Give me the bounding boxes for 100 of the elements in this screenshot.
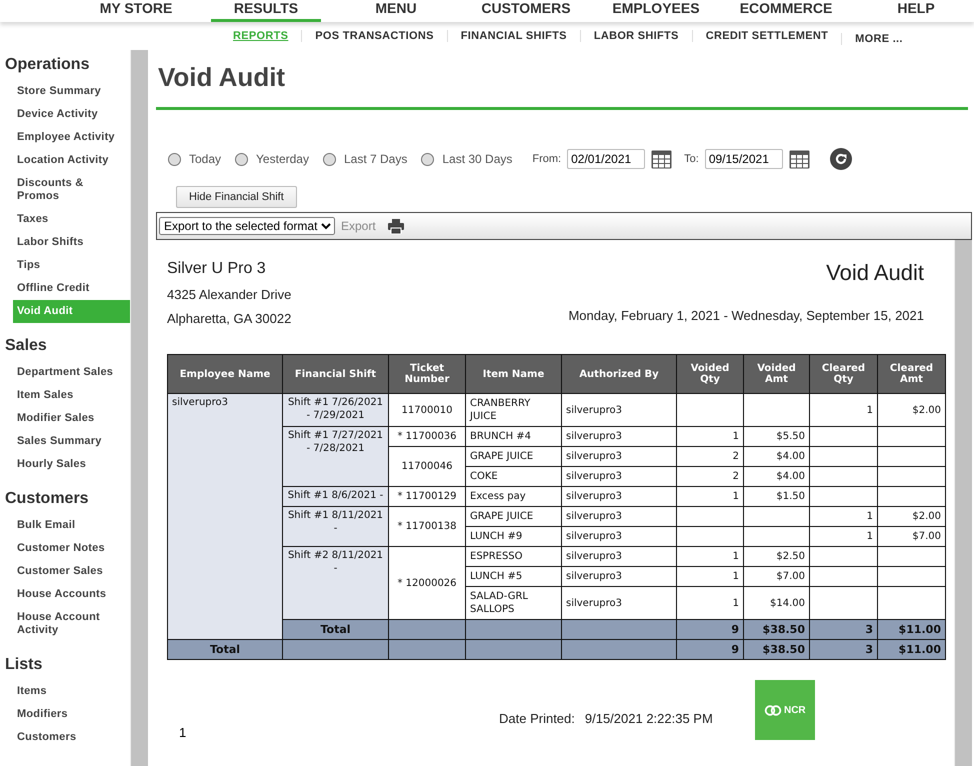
table-cell: CRANBERRY JUICE: [466, 394, 562, 426]
table-cell: ESPRESSO: [466, 546, 562, 566]
sidebar-item[interactable]: Offline Credit: [13, 277, 130, 300]
table-cell: $2.50: [744, 546, 810, 566]
sidebar-item[interactable]: Customers: [13, 726, 130, 749]
page-title: Void Audit: [156, 56, 968, 110]
sidebar-item[interactable]: Modifier Sales: [13, 407, 130, 430]
subnav-link[interactable]: POS TRANSACTIONS: [301, 30, 447, 42]
column-header: Voided Qty: [676, 354, 744, 394]
sidebar-item[interactable]: Labor Shifts: [13, 231, 130, 254]
table-cell: $4.00: [744, 446, 810, 466]
from-label: From:: [532, 153, 562, 165]
sidebar-item[interactable]: Location Activity: [13, 149, 130, 172]
table-cell: 9: [676, 620, 744, 640]
to-date-field[interactable]: 09/15/2021: [704, 149, 783, 169]
scrollbar[interactable]: [130, 50, 148, 766]
range-radio[interactable]: Today: [168, 152, 222, 166]
from-date-field[interactable]: 02/01/2021: [567, 149, 646, 169]
sidebar-item[interactable]: Items: [13, 680, 130, 703]
table-cell: 3: [810, 620, 878, 640]
sidebar-item[interactable]: Modifiers: [13, 703, 130, 726]
hide-shift-button[interactable]: Hide Financial Shift: [176, 186, 297, 208]
table-cell: GRAPE JUICE: [466, 506, 562, 526]
subnav-link[interactable]: MORE ...: [841, 33, 916, 45]
table-cell: silverupro3: [562, 426, 676, 446]
table-cell: 1: [676, 566, 744, 586]
sidebar-item[interactable]: Customer Notes: [13, 537, 130, 560]
column-header: Cleared Qty: [810, 354, 878, 394]
date-printed: 9/15/2021 2:22:35 PM: [584, 711, 713, 726]
subnav-link[interactable]: FINANCIAL SHIFTS: [446, 30, 580, 42]
table-cell: $2.00: [878, 506, 946, 526]
sidebar-heading: Sales: [4, 337, 48, 356]
table-cell: 1: [676, 546, 744, 566]
table-cell: $7.00: [744, 566, 810, 586]
range-radio[interactable]: Last 7 Days: [322, 152, 408, 166]
report-title: Void Audit: [825, 260, 924, 286]
sidebar-item[interactable]: Taxes: [13, 208, 130, 231]
sidebar-item[interactable]: Sales Summary: [13, 430, 130, 453]
table-cell: $1.50: [744, 486, 810, 506]
sidebar-item[interactable]: Item Sales: [13, 384, 130, 407]
range-radio[interactable]: Yesterday: [235, 152, 309, 166]
sidebar-item[interactable]: House Accounts: [13, 583, 130, 606]
table-cell: silverupro3: [562, 446, 676, 466]
table-cell: * 11700036: [388, 426, 466, 446]
table-cell: $5.50: [744, 426, 810, 446]
sidebar-item[interactable]: Hourly Sales: [13, 453, 130, 476]
column-header: Employee Name: [168, 354, 282, 394]
range-radio[interactable]: Last 30 Days: [421, 152, 512, 166]
table-cell: $11.00: [878, 620, 946, 640]
nav-tab[interactable]: EMPLOYEES: [591, 0, 721, 22]
sidebar-item[interactable]: Tips: [13, 254, 130, 277]
refresh-icon[interactable]: [830, 148, 852, 170]
column-header: Authorized By: [562, 354, 676, 394]
nav-tab[interactable]: CUSTOMERS: [461, 0, 591, 22]
sidebar-item[interactable]: Discounts & Promos: [13, 172, 130, 208]
scrollbar[interactable]: [954, 240, 972, 766]
table-cell: Shift #1 7/26/2021 - 7/29/2021: [282, 394, 388, 426]
table-cell: COKE: [466, 466, 562, 486]
sidebar-heading: Customers: [4, 490, 90, 509]
nav-tab[interactable]: MY STORE: [71, 0, 201, 22]
nav-tab[interactable]: RESULTS: [211, 0, 321, 22]
nav-tab[interactable]: HELP: [851, 0, 974, 22]
table-cell: silverupro3: [168, 394, 282, 640]
calendar-icon[interactable]: [651, 150, 672, 168]
nav-tab[interactable]: ECOMMERCE: [721, 0, 851, 22]
table-cell: silverupro3: [562, 466, 676, 486]
date-range: Monday, February 1, 2021 - Wednesday, September 15, 2021: [568, 308, 924, 323]
logo: NCR: [754, 680, 815, 740]
sidebar-item[interactable]: Employee Activity: [13, 126, 130, 149]
table-cell: $7.00: [878, 526, 946, 546]
calendar-icon[interactable]: [788, 150, 810, 168]
table-cell: $2.00: [878, 394, 946, 426]
table-cell: silverupro3: [562, 526, 676, 546]
table-cell: silverupro3: [562, 486, 676, 506]
table-cell: Shift #2 8/11/2021 -: [282, 546, 388, 620]
store-name: Silver U Pro 3: [167, 260, 267, 278]
table-cell: 1: [676, 426, 744, 446]
sidebar-item[interactable]: Customer Sales: [13, 560, 130, 583]
subnav-link[interactable]: LABOR SHIFTS: [580, 30, 692, 42]
table-cell: * 11700129: [388, 486, 466, 506]
sidebar-item[interactable]: Device Activity: [13, 103, 130, 126]
column-header: Voided Amt: [744, 354, 810, 394]
table-cell: 1: [676, 486, 744, 506]
table-cell: $38.50: [744, 640, 810, 660]
sidebar-item[interactable]: Store Summary: [13, 80, 130, 103]
table-cell: 2: [676, 446, 744, 466]
table-cell: 11700046: [388, 446, 466, 486]
subnav-link[interactable]: CREDIT SETTLEMENT: [692, 30, 842, 42]
table-cell: SALAD-GRL SALLOPS: [466, 586, 562, 620]
export-format-select[interactable]: Export to the selected format: [159, 217, 335, 235]
table-cell: Shift #1 8/11/2021 -: [282, 506, 388, 546]
table-cell: BRUNCH #4: [466, 426, 562, 446]
table-cell: 1: [810, 526, 878, 546]
table-cell: $14.00: [744, 586, 810, 620]
print-icon[interactable]: [388, 218, 404, 234]
nav-tab[interactable]: MENU: [331, 0, 461, 22]
sidebar-item[interactable]: Bulk Email: [13, 514, 130, 537]
sidebar-item[interactable]: House Account Activity: [13, 606, 130, 642]
sidebar-item[interactable]: Department Sales: [13, 361, 130, 384]
column-header: Ticket Number: [388, 354, 466, 394]
